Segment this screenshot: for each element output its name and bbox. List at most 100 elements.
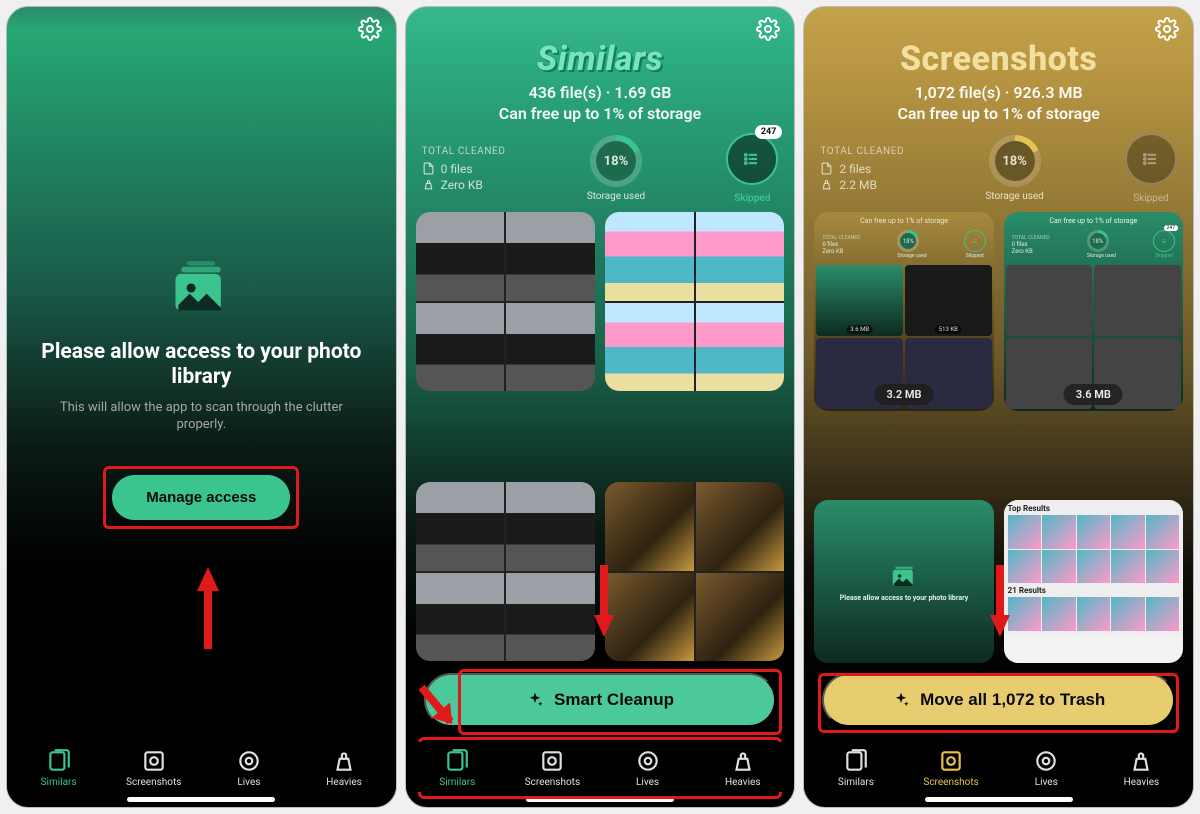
photo-grid bbox=[406, 212, 795, 742]
tab-similars[interactable]: Similars bbox=[11, 748, 106, 788]
annotation-arrow-icon bbox=[990, 615, 1010, 637]
total-cleaned-block: TOTAL CLEANED 2 files 2.2 MB bbox=[820, 146, 904, 192]
screenshot-item[interactable]: Can free up to 1% of storage TOTAL CLEAN… bbox=[814, 212, 993, 411]
top-bar bbox=[804, 7, 1193, 41]
tab-similars[interactable]: Similars bbox=[410, 748, 505, 788]
tab-lives[interactable]: Lives bbox=[999, 748, 1094, 788]
total-cleaned-label: TOTAL CLEANED bbox=[820, 146, 904, 157]
tab-heavies[interactable]: Heavies bbox=[695, 748, 790, 788]
skipped-label: Skipped bbox=[1133, 193, 1169, 204]
size-badge: 3.6 MB bbox=[1064, 384, 1123, 405]
screenshots-icon bbox=[938, 748, 964, 774]
tab-label: Similars bbox=[439, 777, 475, 788]
skipped-button[interactable]: 247 Skipped bbox=[726, 133, 778, 204]
screenshot-grid: Can free up to 1% of storage TOTAL CLEAN… bbox=[804, 212, 1193, 742]
storage-pct: 18% bbox=[596, 141, 636, 181]
size-badge: 3.2 MB bbox=[874, 384, 933, 405]
hero: Similars 436 file(s) · 1.69 GB Can free … bbox=[406, 39, 795, 123]
mini-free-line: Can free up to 1% of storage bbox=[814, 212, 993, 228]
tab-label: Screenshots bbox=[923, 777, 978, 788]
home-indicator bbox=[127, 797, 275, 802]
tab-label: Heavies bbox=[326, 777, 362, 788]
similars-icon bbox=[444, 748, 470, 774]
permission-subtitle: This will allow the app to scan through … bbox=[35, 399, 368, 434]
hero: Screenshots 1,072 file(s) · 926.3 MB Can… bbox=[804, 39, 1193, 123]
tab-lives[interactable]: Lives bbox=[600, 748, 695, 788]
lives-icon bbox=[635, 748, 661, 774]
file-icon bbox=[422, 162, 435, 175]
annotation-arrow-icon bbox=[197, 567, 219, 591]
heavies-icon bbox=[331, 748, 357, 774]
storage-pct: 18% bbox=[995, 141, 1035, 181]
lives-icon bbox=[1033, 748, 1059, 774]
tab-screenshots[interactable]: Screenshots bbox=[106, 748, 201, 788]
annotation-box: Manage access bbox=[103, 466, 299, 529]
files-count: 0 files bbox=[441, 162, 473, 176]
page-title: Screenshots bbox=[818, 39, 1179, 79]
annotation-arrow-icon bbox=[594, 615, 614, 637]
tab-heavies[interactable]: Heavies bbox=[296, 748, 391, 788]
home-indicator bbox=[925, 797, 1073, 802]
screenshot-item[interactable]: Please allow access to your photo librar… bbox=[814, 500, 993, 663]
storage-label: Storage used bbox=[587, 191, 645, 202]
list-icon bbox=[742, 149, 762, 169]
settings-gear-icon[interactable] bbox=[358, 17, 382, 41]
tab-label: Similars bbox=[838, 777, 874, 788]
free-summary: Can free up to 1% of storage bbox=[420, 104, 781, 123]
skipped-button[interactable]: Skipped bbox=[1125, 133, 1177, 204]
total-cleaned-label: TOTAL CLEANED bbox=[422, 146, 506, 157]
size-value: Zero KB bbox=[441, 178, 483, 192]
annotation-box bbox=[818, 673, 1179, 733]
settings-gear-icon[interactable] bbox=[1155, 17, 1179, 41]
free-summary: Can free up to 1% of storage bbox=[818, 104, 1179, 123]
tab-label: Lives bbox=[636, 777, 659, 788]
photo-library-icon bbox=[167, 254, 235, 322]
list-icon bbox=[1141, 149, 1161, 169]
tab-label: Screenshots bbox=[126, 777, 181, 788]
skipped-label: Skipped bbox=[734, 193, 770, 204]
skipped-count-badge: 247 bbox=[755, 125, 783, 139]
heavies-icon bbox=[730, 748, 756, 774]
storage-used-ring: 18% Storage used bbox=[587, 135, 645, 202]
tab-label: Similars bbox=[41, 777, 77, 788]
manage-access-button[interactable]: Manage access bbox=[112, 475, 290, 520]
similars-icon bbox=[843, 748, 869, 774]
page-title: Similars bbox=[420, 39, 781, 79]
screen-1: Please allow access to your photo librar… bbox=[6, 6, 397, 808]
permission-title: Please allow access to your photo librar… bbox=[35, 340, 368, 390]
weight-icon bbox=[422, 178, 435, 191]
heavies-icon bbox=[1128, 748, 1154, 774]
tab-screenshots[interactable]: Screenshots bbox=[505, 748, 600, 788]
tab-screenshots[interactable]: Screenshots bbox=[904, 748, 999, 788]
stats-row: TOTAL CLEANED 2 files 2.2 MB 18% Storage… bbox=[804, 123, 1193, 212]
similar-group[interactable] bbox=[605, 212, 784, 391]
settings-gear-icon[interactable] bbox=[756, 17, 780, 41]
tab-bar: Similars Screenshots Lives Heavies bbox=[804, 742, 1193, 792]
screenshots-icon bbox=[141, 748, 167, 774]
storage-label: Storage used bbox=[985, 191, 1043, 202]
similar-group[interactable] bbox=[416, 212, 595, 391]
screen-2: Similars 436 file(s) · 1.69 GB Can free … bbox=[405, 6, 796, 808]
similar-group[interactable] bbox=[416, 482, 595, 661]
tab-label: Lives bbox=[237, 777, 260, 788]
screen-3: Screenshots 1,072 file(s) · 926.3 MB Can… bbox=[803, 6, 1194, 808]
weight-icon bbox=[820, 178, 833, 191]
tab-lives[interactable]: Lives bbox=[201, 748, 296, 788]
screenshots-icon bbox=[539, 748, 565, 774]
tab-heavies[interactable]: Heavies bbox=[1094, 748, 1189, 788]
screenshot-item[interactable]: Can free up to 1% of storage TOTAL CLEAN… bbox=[1004, 212, 1183, 411]
tab-label: Screenshots bbox=[525, 777, 580, 788]
screenshot-item[interactable]: Top Results 21 Results bbox=[1004, 500, 1183, 663]
top-bar bbox=[406, 7, 795, 41]
stats-row: TOTAL CLEANED 0 files Zero KB 18% Storag… bbox=[406, 123, 795, 212]
files-count: 2 files bbox=[839, 162, 871, 176]
similars-icon bbox=[46, 748, 72, 774]
similar-group[interactable] bbox=[605, 482, 784, 661]
annotation-box bbox=[458, 669, 783, 735]
files-summary: 1,072 file(s) · 926.3 MB bbox=[818, 83, 1179, 102]
mini-free-line: Can free up to 1% of storage bbox=[1004, 212, 1183, 228]
total-cleaned-block: TOTAL CLEANED 0 files Zero KB bbox=[422, 146, 506, 192]
tab-bar: Similars Screenshots Lives Heavies bbox=[7, 742, 396, 792]
tab-similars[interactable]: Similars bbox=[808, 748, 903, 788]
size-value: 2.2 MB bbox=[839, 178, 877, 192]
